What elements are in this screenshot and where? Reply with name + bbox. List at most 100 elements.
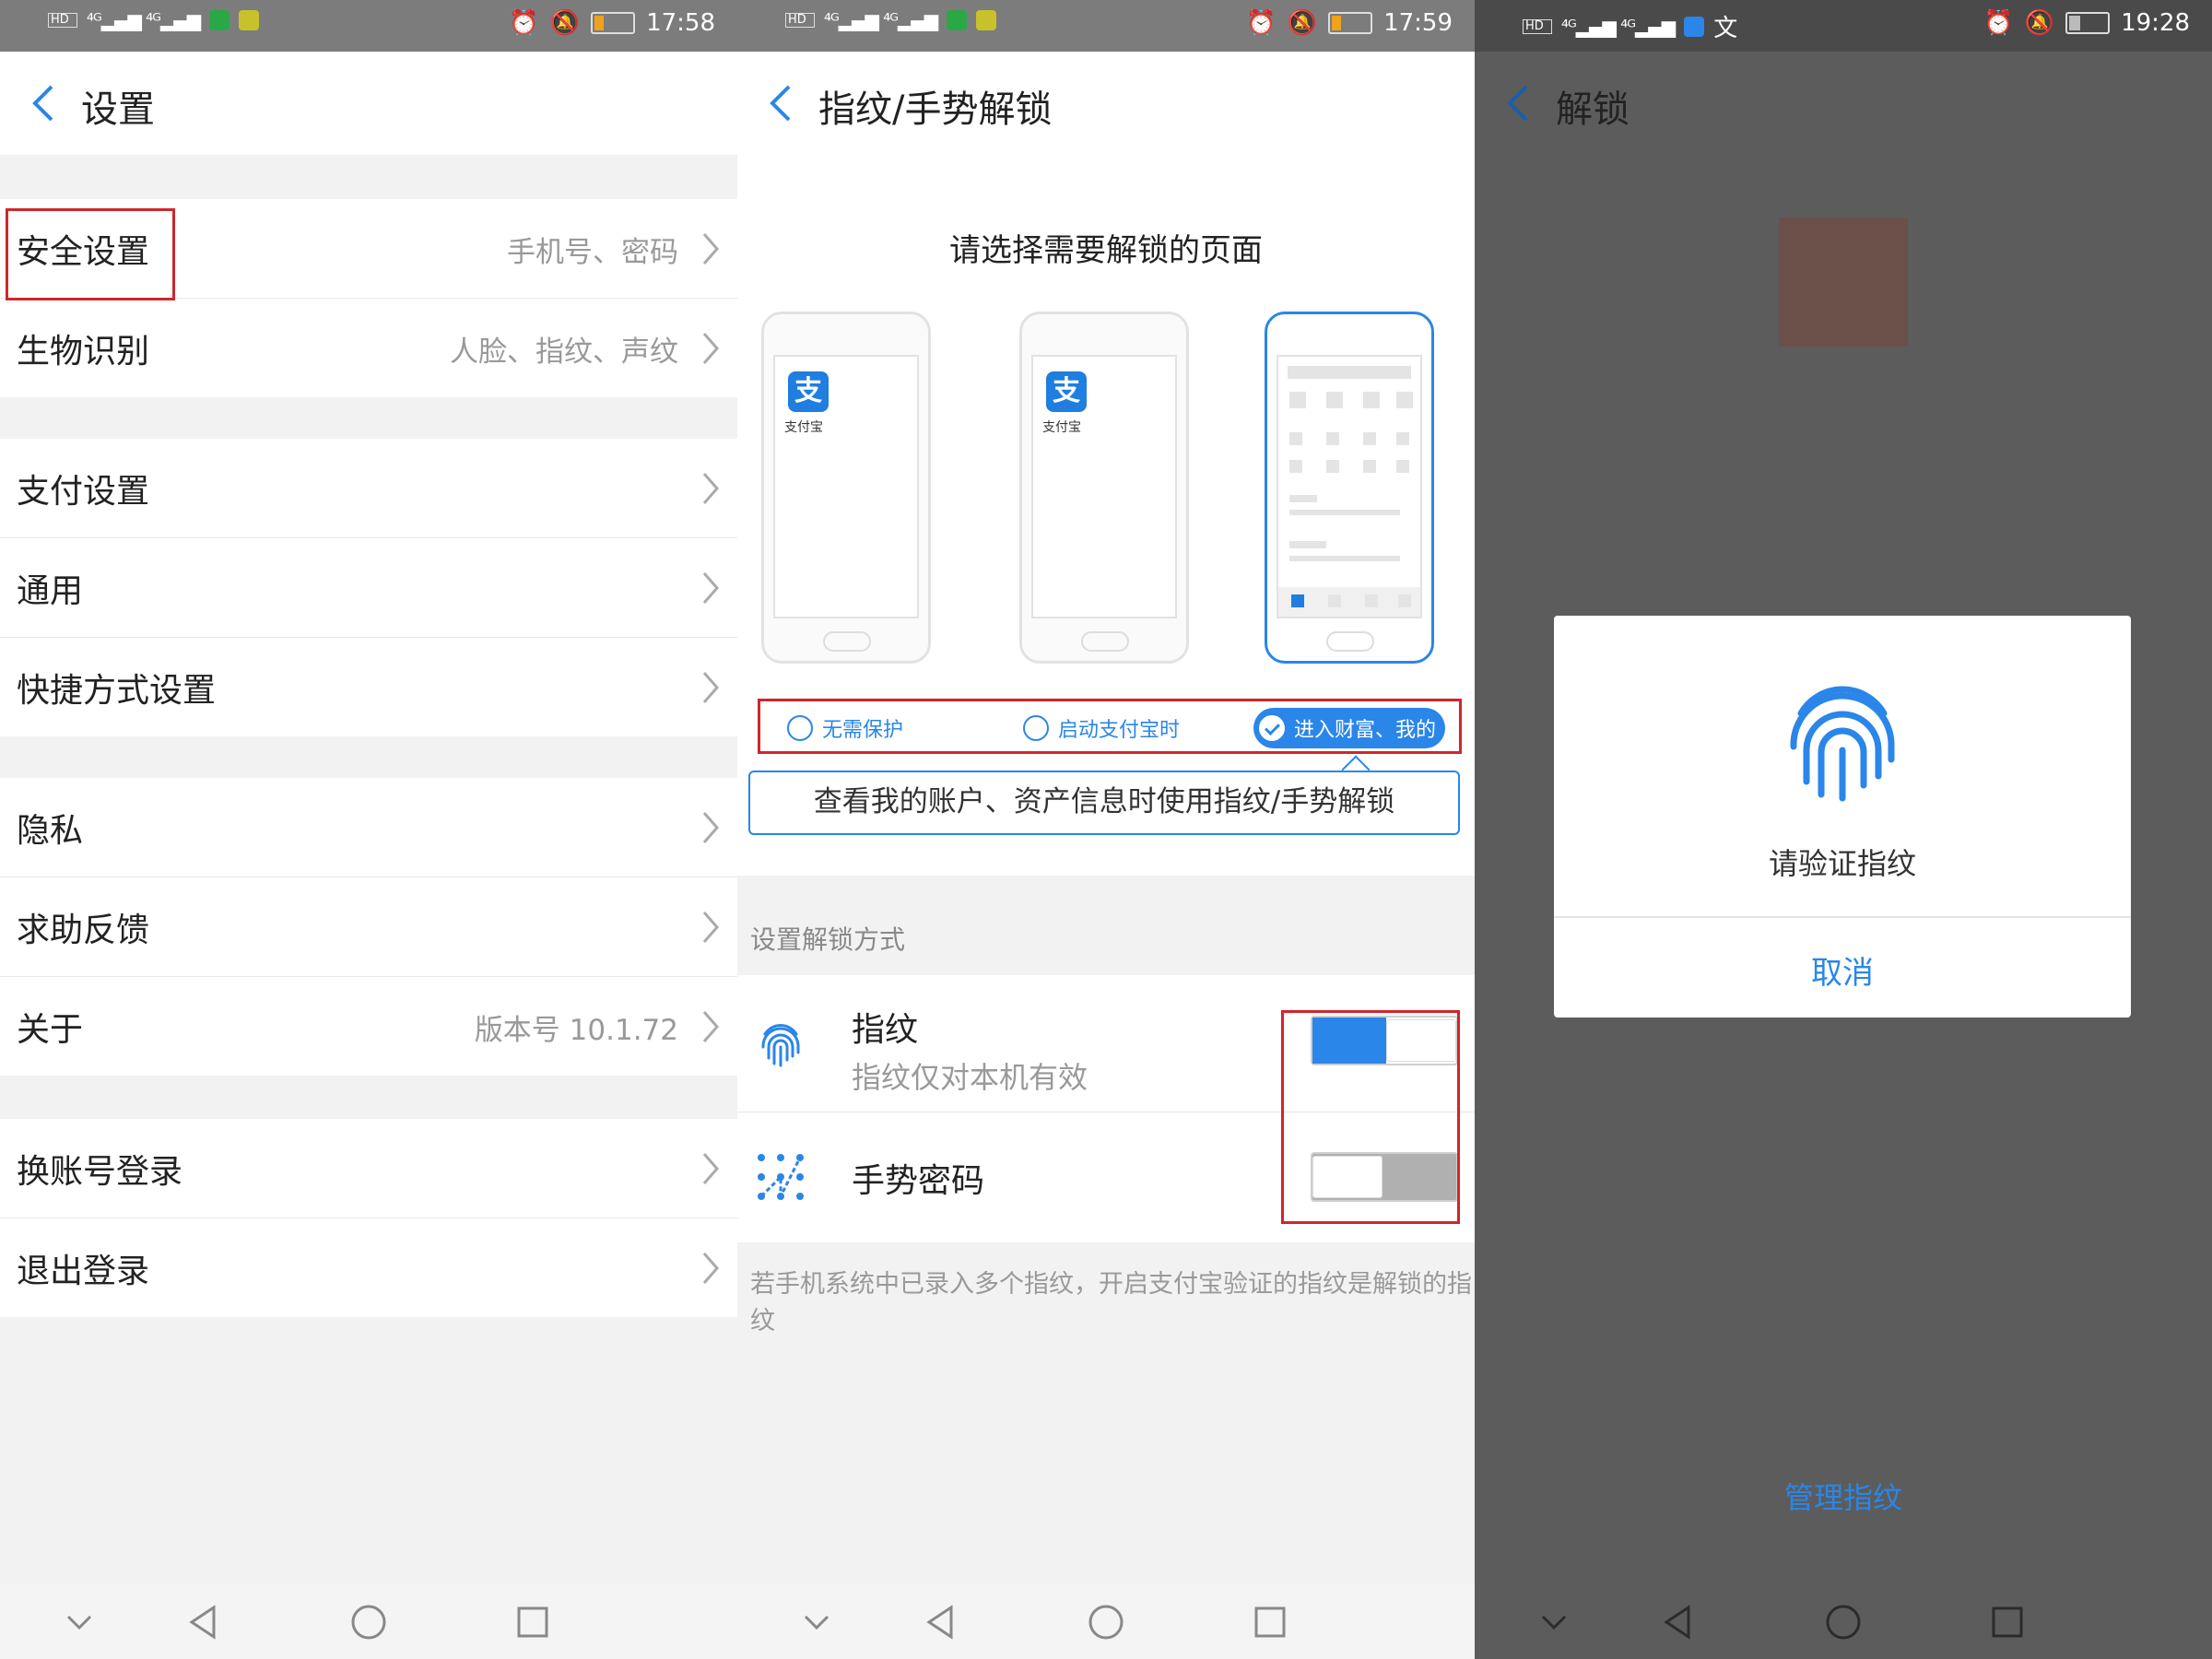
chevron-right-icon (700, 230, 721, 267)
unlock-page-selector: 请选择需要解锁的页面 支 支付宝 支 支付宝 (737, 155, 1475, 876)
phone-home-button (823, 631, 871, 652)
option-subtitle: 指纹仅对本机有效 (852, 1054, 1088, 1097)
signal-icon: ⁴ᴳ▂▄▆ ⁴ᴳ▂▄▆ (1561, 16, 1675, 38)
nav-home-button[interactable] (1823, 1602, 1864, 1642)
nav-down-button[interactable] (796, 1602, 837, 1642)
settings-item-shortcuts[interactable]: 快捷方式设置 (0, 638, 737, 736)
settings-screen: HD ⁴ᴳ▂▄▆ ⁴ᴳ▂▄▆ ⏰ 🔕 17:58 设置 安全设置 手机号、密码 … (0, 0, 737, 1659)
chevron-right-icon (700, 1250, 721, 1287)
hd-indicator: HD (48, 13, 77, 28)
signal-icon: ⁴ᴳ▂▄▆ ⁴ᴳ▂▄▆ (87, 9, 200, 31)
settings-item-label: 退出登录 (17, 1244, 149, 1292)
settings-item-feedback[interactable]: 求助反馈 (0, 877, 737, 977)
settings-item-value: 手机号、密码 (507, 229, 678, 270)
mock-line (1289, 495, 1317, 502)
nav-recent-button[interactable] (512, 1602, 553, 1642)
battery-charging-icon (2065, 12, 2110, 34)
phone-preview-wealth[interactable] (1265, 312, 1434, 664)
nav-down-button[interactable] (59, 1602, 100, 1642)
mock-tab (1398, 594, 1411, 607)
settings-item-about[interactable]: 关于 版本号 10.1.72 (0, 977, 737, 1076)
alipay-icon: 支 (1046, 371, 1087, 412)
alipay-icon: 支 (788, 371, 829, 412)
status-bar: HD ⁴ᴳ▂▄▆ ⁴ᴳ▂▄▆ ⏰ 🔕 17:58 (0, 0, 737, 52)
nav-down-icon (59, 1602, 100, 1642)
battery-icon (1328, 12, 1372, 34)
mock-icon (1326, 432, 1339, 445)
back-icon (769, 83, 793, 124)
option-name: 手势密码 (852, 1154, 984, 1202)
nav-back-icon (184, 1602, 225, 1642)
mock-icon (1326, 392, 1343, 408)
settings-group-support: 隐私 求助反馈 关于 版本号 10.1.72 (0, 778, 737, 1076)
mock-icon (1326, 460, 1339, 473)
app-name: 支付宝 (784, 418, 823, 436)
back-icon (31, 83, 55, 124)
nav-recent-button[interactable] (1987, 1602, 2028, 1642)
mock-icon (1396, 460, 1409, 473)
hd-indicator: HD (1523, 19, 1552, 34)
settings-item-payment[interactable]: 支付设置 (0, 439, 737, 538)
back-button[interactable] (20, 77, 66, 129)
fingerprint-icon (1773, 673, 1912, 811)
fingerprint-icon (754, 1018, 807, 1071)
settings-group-general: 支付设置 通用 快捷方式设置 (0, 439, 737, 736)
settings-item-switch-account[interactable]: 换账号登录 (0, 1119, 737, 1218)
phone-preview-launch[interactable]: 支 支付宝 (1019, 312, 1189, 664)
nav-down-icon (1534, 1602, 1574, 1642)
settings-item-label: 生物识别 (17, 324, 149, 372)
nav-back-button[interactable] (922, 1602, 962, 1642)
nav-back-icon (922, 1602, 962, 1642)
top-bar: 解锁 (1475, 52, 2212, 155)
app-notification-icon (947, 10, 967, 30)
chevron-right-icon (700, 809, 721, 846)
mock-tab (1328, 594, 1341, 607)
status-bar: HD ⁴ᴳ▂▄▆ ⁴ᴳ▂▄▆ 文 ⏰ 🔕 19:28 (1475, 0, 2212, 52)
phone-screen: 支 支付宝 (773, 355, 919, 618)
nav-down-icon (796, 1602, 837, 1642)
mock-icon (1396, 432, 1409, 445)
mock-icon (1289, 392, 1306, 408)
cancel-button[interactable]: 取消 (1554, 947, 2131, 993)
fingerprint-dialog: 请验证指纹 取消 (1554, 616, 2131, 1018)
settings-item-label: 通用 (17, 564, 83, 612)
chevron-right-icon (700, 1008, 721, 1045)
status-time: 17:58 (646, 9, 715, 37)
alarm-icon: ⏰ (1983, 9, 2013, 37)
nav-recent-button[interactable] (1250, 1602, 1290, 1642)
nav-back-button[interactable] (184, 1602, 225, 1642)
page-title: 解锁 (1556, 79, 1630, 133)
app-notification-icon (209, 10, 229, 30)
chevron-right-icon (700, 330, 721, 367)
mock-line (1289, 510, 1400, 515)
mock-tab-active (1291, 594, 1304, 607)
settings-item-logout[interactable]: 退出登录 (0, 1218, 737, 1317)
nav-home-button[interactable] (1086, 1602, 1126, 1642)
mock-icon (1363, 460, 1376, 473)
back-button[interactable] (758, 77, 804, 129)
back-button[interactable] (1495, 77, 1541, 129)
nav-home-button[interactable] (348, 1602, 389, 1642)
status-time: 19:28 (2121, 9, 2190, 37)
settings-item-general[interactable]: 通用 (0, 538, 737, 638)
option-name: 指纹 (852, 1003, 918, 1051)
settings-item-biometrics[interactable]: 生物识别 人脸、指纹、声纹 (0, 299, 737, 397)
mock-bar (1288, 366, 1411, 379)
nav-recent-icon (1250, 1602, 1290, 1642)
nav-back-button[interactable] (1659, 1602, 1700, 1642)
manage-fingerprint-link[interactable]: 管理指纹 (1475, 1475, 2212, 1517)
phone-preview-none[interactable]: 支 支付宝 (761, 312, 931, 664)
nav-home-icon (1823, 1602, 1864, 1642)
settings-item-label: 关于 (17, 1003, 83, 1051)
unlock-screen: HD ⁴ᴳ▂▄▆ ⁴ᴳ▂▄▆ 文 ⏰ 🔕 19:28 解锁 (1475, 0, 2212, 1659)
app-notification-icon (239, 10, 259, 30)
mock-icon (1363, 392, 1380, 408)
mock-line (1289, 556, 1400, 561)
settings-item-label: 换账号登录 (17, 1145, 182, 1193)
option-description: 查看我的账户、资产信息时使用指纹/手势解锁 (748, 771, 1460, 835)
system-nav-bar (737, 1585, 1475, 1659)
nav-down-button[interactable] (1534, 1602, 1574, 1642)
settings-item-privacy[interactable]: 隐私 (0, 778, 737, 877)
mute-icon: 🔕 (1288, 9, 1317, 37)
chevron-right-icon (700, 570, 721, 606)
